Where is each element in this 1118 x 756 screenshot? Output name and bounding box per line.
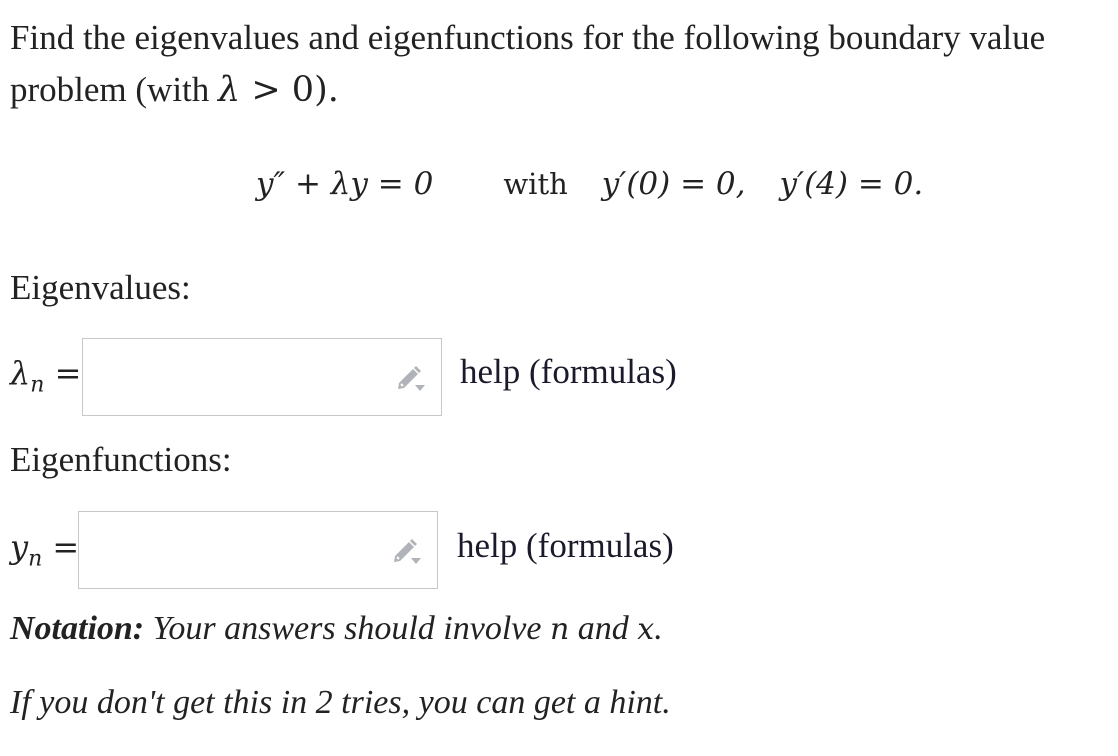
problem-line-1: Find the eigenvalues and eigenfunctions … <box>10 18 1046 57</box>
eigenfunction-answer-field[interactable] <box>78 511 438 589</box>
notation-label: Notation: <box>10 610 145 647</box>
notation-note: Notation: Your answers should involve n … <box>10 610 663 647</box>
var-n: n <box>549 612 570 647</box>
ode: y″ + λy = 0 <box>256 166 434 202</box>
problem-line-2: problem (with λ > 0). <box>10 70 339 110</box>
eigenfunction-input[interactable] <box>79 512 384 588</box>
lambda-symbol: λ <box>218 70 241 110</box>
pencil-dropdown-icon[interactable] <box>391 534 423 566</box>
hint-note: If you don't get this in 2 tries, you ca… <box>10 684 671 721</box>
eigenfunction-help-link[interactable]: help (formulas) <box>457 526 674 566</box>
differential-equation: y″ + λy = 0 with y′(0) = 0, y′(4) = 0. <box>256 166 923 202</box>
boundary-condition-2: y′(4) = 0. <box>779 166 924 202</box>
eigenvalue-answer-field[interactable] <box>82 338 442 416</box>
pencil-dropdown-icon[interactable] <box>395 361 427 393</box>
eigenvalues-heading: Eigenvalues: <box>10 268 191 307</box>
eigenfunctions-heading: Eigenfunctions: <box>10 440 232 479</box>
with-word: with <box>503 167 568 201</box>
eigenvalue-help-link[interactable]: help (formulas) <box>460 352 677 392</box>
var-x: x <box>637 612 655 647</box>
problem-statement: Find the eigenvalues and eigenfunctions … <box>10 12 1118 116</box>
boundary-condition-1: y′(0) = 0, <box>601 166 746 202</box>
lambda-n-label: λn = <box>10 354 82 398</box>
eigenvalue-input[interactable] <box>83 339 388 415</box>
y-n-label: yn = <box>10 528 80 572</box>
